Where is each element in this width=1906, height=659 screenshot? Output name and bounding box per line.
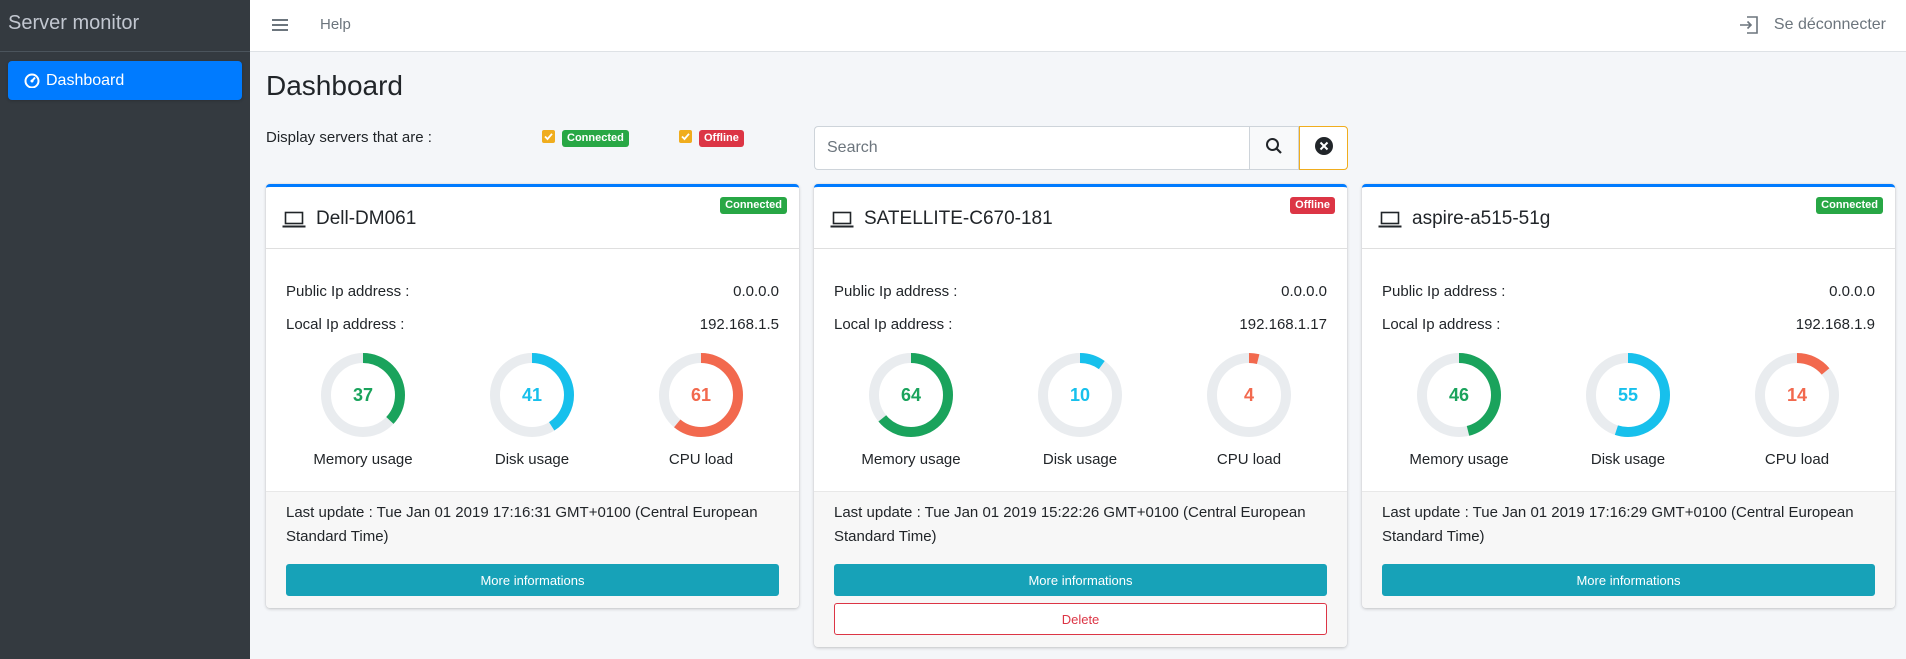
card-footer: Last update : Tue Jan 01 2019 15:22:26 G… [814, 491, 1347, 647]
disk-label: Disk usage [1590, 451, 1666, 468]
logout-label: Se déconnecter [1773, 16, 1886, 33]
local-ip-value: 192.168.1.17 [1239, 316, 1327, 333]
last-update-text: Last update : Tue Jan 01 2019 17:16:31 G… [286, 504, 758, 545]
memory-gauge: 46 [1412, 348, 1506, 442]
connected-filter-badge: Connected [562, 130, 629, 147]
clear-search-button[interactable] [1299, 126, 1348, 170]
search-icon [1265, 137, 1283, 160]
logout-link[interactable]: Se déconnecter [1738, 14, 1886, 36]
sidebar-item-dashboard[interactable]: Dashboard [8, 61, 242, 100]
cpu-label: CPU load [1764, 451, 1830, 468]
delete-button[interactable]: Delete [834, 603, 1327, 635]
disk-value: 41 [521, 384, 543, 405]
disk-value: 55 [1617, 384, 1639, 405]
brand-title[interactable]: Server monitor [0, 0, 250, 52]
filter-label: Display servers that are : [266, 129, 432, 146]
disk-gauge: 41 [485, 348, 579, 442]
page-title: Dashboard [266, 70, 403, 101]
server-name: aspire-a515-51g [1412, 208, 1551, 229]
card-header: SATELLITE-C670-181 Offline [814, 187, 1347, 249]
laptop-icon [830, 211, 854, 229]
card-header: Dell-DM061 Connected [266, 187, 799, 249]
server-card: Dell-DM061 Connected Public Ip address :… [266, 184, 799, 608]
last-update-text: Last update : Tue Jan 01 2019 17:16:29 G… [1382, 504, 1854, 545]
cpu-label: CPU load [1216, 451, 1282, 468]
status-badge: Offline [1290, 197, 1335, 214]
help-link[interactable]: Help [320, 16, 351, 33]
card-body: Public Ip address : 0.0.0.0 Local Ip add… [814, 249, 1347, 491]
more-info-button[interactable]: More informations [834, 564, 1327, 596]
public-ip-value: 0.0.0.0 [1281, 283, 1327, 300]
search-button[interactable] [1249, 126, 1299, 170]
last-update-text: Last update : Tue Jan 01 2019 15:22:26 G… [834, 504, 1306, 545]
sidebar-item-label: Dashboard [46, 71, 125, 89]
server-name: Dell-DM061 [316, 208, 417, 229]
public-ip-value: 0.0.0.0 [1829, 283, 1875, 300]
cpu-value: 4 [1243, 384, 1254, 405]
memory-label: Memory usage [1409, 451, 1509, 468]
memory-value: 46 [1448, 384, 1470, 405]
memory-value: 37 [352, 384, 374, 405]
sign-out-icon [1738, 14, 1760, 36]
more-info-button[interactable]: More informations [1382, 564, 1875, 596]
memory-label: Memory usage [313, 451, 413, 468]
public-ip-value: 0.0.0.0 [733, 283, 779, 300]
card-footer: Last update : Tue Jan 01 2019 17:16:29 G… [1362, 491, 1895, 608]
more-info-button[interactable]: More informations [286, 564, 779, 596]
tachometer-icon [24, 72, 42, 90]
offline-filter-checkbox[interactable] [679, 130, 692, 143]
disk-gauge: 55 [1581, 348, 1675, 442]
server-card: aspire-a515-51g Connected Public Ip addr… [1362, 184, 1895, 608]
card-body: Public Ip address : 0.0.0.0 Local Ip add… [266, 249, 799, 491]
disk-label: Disk usage [1042, 451, 1118, 468]
cpu-gauge: 14 [1750, 348, 1844, 442]
card-footer: Last update : Tue Jan 01 2019 17:16:31 G… [266, 491, 799, 608]
local-ip-label: Local Ip address : [834, 316, 953, 333]
server-card: SATELLITE-C670-181 Offline Public Ip add… [814, 184, 1347, 647]
search-input[interactable] [814, 126, 1250, 170]
local-ip-value: 192.168.1.9 [1795, 316, 1875, 333]
cpu-value: 61 [690, 384, 712, 405]
close-circle-icon [1314, 136, 1334, 161]
top-navbar: Help Se déconnecter [250, 0, 1906, 52]
laptop-icon [282, 211, 306, 229]
public-ip-label: Public Ip address : [286, 283, 410, 300]
cpu-gauge: 61 [654, 348, 748, 442]
public-ip-label: Public Ip address : [1382, 283, 1506, 300]
server-name: SATELLITE-C670-181 [864, 208, 1053, 229]
local-ip-label: Local Ip address : [1382, 316, 1501, 333]
menu-toggle-icon[interactable] [272, 16, 288, 34]
connected-filter-checkbox[interactable] [542, 130, 555, 143]
cpu-value: 14 [1786, 384, 1808, 405]
local-ip-value: 192.168.1.5 [699, 316, 779, 333]
card-body: Public Ip address : 0.0.0.0 Local Ip add… [1362, 249, 1895, 491]
disk-label: Disk usage [494, 451, 570, 468]
cpu-gauge: 4 [1202, 348, 1296, 442]
offline-filter-badge: Offline [699, 130, 744, 147]
status-badge: Connected [1816, 197, 1883, 214]
memory-gauge: 37 [316, 348, 410, 442]
public-ip-label: Public Ip address : [834, 283, 958, 300]
memory-gauge: 64 [864, 348, 958, 442]
memory-label: Memory usage [861, 451, 961, 468]
local-ip-label: Local Ip address : [286, 316, 405, 333]
disk-value: 10 [1069, 384, 1091, 405]
card-header: aspire-a515-51g Connected [1362, 187, 1895, 249]
sidebar: Server monitor Dashboard [0, 0, 250, 659]
laptop-icon [1378, 211, 1402, 229]
status-badge: Connected [720, 197, 787, 214]
memory-value: 64 [900, 384, 922, 405]
disk-gauge: 10 [1033, 348, 1127, 442]
cpu-label: CPU load [668, 451, 734, 468]
